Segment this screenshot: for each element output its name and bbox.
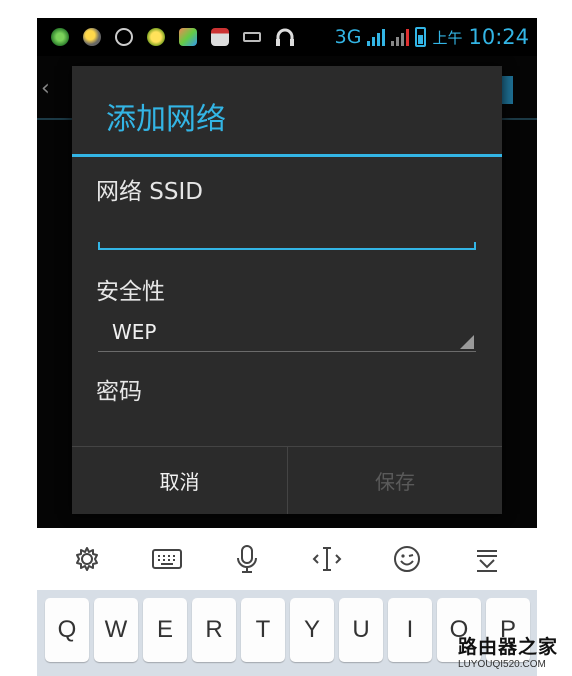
key-y[interactable]: Y	[290, 598, 334, 662]
app-icon-4	[147, 28, 165, 46]
network-type: 3G	[334, 26, 362, 48]
security-value: WEP	[112, 320, 157, 344]
app-icon-3	[115, 28, 133, 46]
watermark: 路由器之家 LUYOUQI520.COM	[458, 632, 568, 670]
settings-icon[interactable]	[70, 542, 104, 576]
input-tick-left	[98, 242, 100, 250]
add-network-dialog: 添加网络 网络 SSID 安全性 WEP 密码 取消 保存	[72, 66, 502, 514]
key-t[interactable]: T	[241, 598, 285, 662]
app-icon-1	[51, 28, 69, 46]
dropdown-arrow-icon	[460, 335, 474, 349]
notification-icons	[51, 27, 295, 47]
status-right: 3G 上午 10:24	[335, 25, 529, 49]
input-tick-right	[474, 242, 476, 250]
app-icon-5	[179, 28, 197, 46]
calendar-icon	[211, 28, 229, 46]
watermark-cn: 路由器之家	[458, 636, 559, 658]
watermark-en: LUYOUQI520.COM	[458, 659, 546, 670]
am-pm: 上午	[432, 28, 463, 47]
headphones-icon	[276, 28, 294, 46]
key-e[interactable]: E	[143, 598, 187, 662]
background-back-icon: ‹	[41, 76, 50, 101]
key-r[interactable]: R	[192, 598, 236, 662]
password-label: 密码	[96, 379, 142, 405]
save-button[interactable]: 保存	[287, 447, 502, 514]
clock: 10:24	[468, 25, 529, 49]
cursor-move-icon[interactable]	[310, 542, 344, 576]
weather-icon	[83, 28, 101, 46]
key-q[interactable]: Q	[45, 598, 89, 662]
key-u[interactable]: U	[339, 598, 383, 662]
keyboard-icon	[243, 32, 261, 42]
microphone-icon[interactable]	[230, 542, 264, 576]
hide-keyboard-icon[interactable]	[470, 542, 504, 576]
security-select[interactable]: WEP	[98, 316, 476, 352]
phone-screen: 3G 上午 10:24 ‹ 添加网络 网络 SSID 安全性 WEP 密码 取消…	[37, 18, 537, 528]
ssid-label: 网络 SSID	[96, 179, 204, 205]
key-i[interactable]: I	[388, 598, 432, 662]
ssid-input[interactable]	[98, 214, 476, 250]
status-bar: 3G 上午 10:24	[37, 18, 537, 56]
battery-icon	[415, 27, 427, 47]
key-w[interactable]: W	[94, 598, 138, 662]
security-label: 安全性	[96, 279, 165, 305]
cancel-button[interactable]: 取消	[72, 447, 287, 514]
signal-bars-2	[391, 28, 410, 46]
emoji-icon[interactable]	[390, 542, 424, 576]
keyboard-toolbar	[37, 528, 537, 590]
signal-bars-1	[367, 28, 386, 46]
dialog-title-divider	[72, 154, 502, 157]
dialog-title: 添加网络	[106, 102, 226, 137]
keyboard-icon[interactable]	[150, 542, 184, 576]
